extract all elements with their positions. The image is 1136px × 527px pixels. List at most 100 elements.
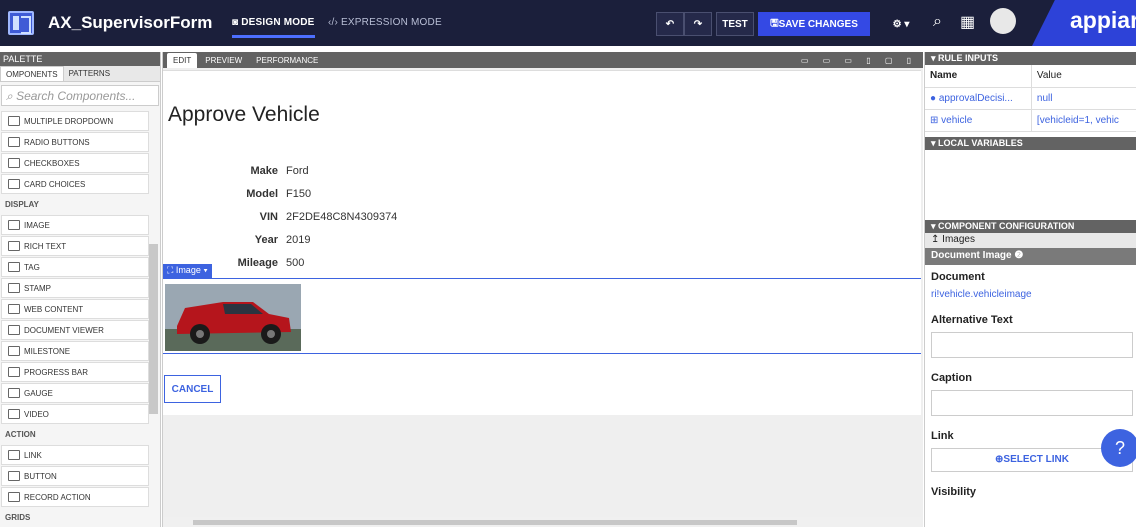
design-mode-tab[interactable]: ◙ DESIGN MODE: [232, 17, 315, 38]
search-icon[interactable]: ⌕: [933, 13, 942, 31]
field-label: Year: [254, 234, 278, 246]
local-variables-area: [925, 150, 1136, 220]
settings-menu[interactable]: ⚙ ▾: [882, 12, 920, 36]
tab-patterns[interactable]: PATTERNS: [64, 66, 115, 81]
palette-item-label: VIDEO: [24, 409, 49, 419]
palette-component-item[interactable]: BUTTON: [1, 466, 149, 486]
palette-component-item[interactable]: IMAGE: [1, 215, 149, 235]
image-component-tag[interactable]: ⛶ Image ▾: [163, 264, 212, 278]
breadcrumb[interactable]: ↥ Images: [925, 232, 1136, 248]
component-icon: [8, 220, 20, 230]
component-icon: [8, 158, 20, 168]
apps-grid-icon[interactable]: ▦: [960, 12, 975, 32]
help-icon[interactable]: ?: [1101, 429, 1136, 467]
palette-section-heading: DISPLAY: [0, 194, 150, 214]
test-button[interactable]: TEST: [716, 12, 754, 36]
component-icon: [8, 283, 20, 293]
component-icon: [8, 179, 20, 189]
field-value: 2019: [286, 234, 311, 246]
component-icon: [8, 450, 20, 460]
document-expression-link[interactable]: ri!vehicle.vehicleimage: [931, 289, 1136, 300]
table-row[interactable]: ⊞ vehicle [vehicleid=1, vehic: [925, 109, 1136, 132]
tab-performance[interactable]: PERFORMANCE: [250, 53, 324, 68]
palette-item-label: PROGRESS BAR: [24, 367, 89, 377]
horizontal-scrollbar[interactable]: [163, 517, 921, 527]
component-config-header[interactable]: ▾ COMPONENT CONFIGURATION: [925, 219, 1136, 233]
palette-item-label: CARD CHOICES: [24, 179, 86, 189]
palette-component-item[interactable]: PROGRESS BAR: [1, 362, 149, 382]
avatar[interactable]: [990, 8, 1016, 34]
form-title: Approve Vehicle: [168, 103, 320, 126]
palette-scrollbar[interactable]: [149, 244, 158, 414]
undo-button[interactable]: ↶: [656, 12, 684, 36]
palette-item-label: ACTION: [5, 430, 36, 439]
palette-component-item[interactable]: RICH TEXT: [1, 236, 149, 256]
palette-item-label: MULTIPLE DROPDOWN: [24, 116, 114, 126]
palette-component-item[interactable]: WEB CONTENT: [1, 299, 149, 319]
component-icon: [8, 137, 20, 147]
palette-component-item[interactable]: CHECKBOXES: [1, 153, 149, 173]
vehicle-image[interactable]: [165, 284, 301, 351]
palette-component-item[interactable]: TAG: [1, 257, 149, 277]
palette-component-item[interactable]: GAUGE: [1, 383, 149, 403]
alt-text-label: Alternative Text: [931, 313, 1013, 326]
tab-components[interactable]: OMPONENTS: [0, 66, 64, 81]
palette-component-item[interactable]: MILESTONE: [1, 341, 149, 361]
device-size-icons[interactable]: ▭ ▭ ▭ ▯ ▢ ▯: [801, 56, 917, 65]
palette-item-label: STAMP: [24, 283, 51, 293]
palette-title: PALETTE: [0, 52, 160, 66]
palette-section-heading: GRIDS: [0, 507, 150, 527]
rule-inputs-header[interactable]: ▾ RULE INPUTS: [925, 52, 1136, 65]
component-icon: [8, 304, 20, 314]
field-label: Mileage: [237, 257, 278, 269]
component-icon: [8, 471, 20, 481]
tab-preview[interactable]: PREVIEW: [199, 53, 248, 68]
palette-component-item[interactable]: LINK: [1, 445, 149, 465]
palette-item-label: GRIDS: [5, 513, 31, 522]
palette-item-label: WEB CONTENT: [24, 304, 84, 314]
palette-component-item[interactable]: CARD CHOICES: [1, 174, 149, 194]
editor-toolbar: EDIT PREVIEW PERFORMANCE ▭ ▭ ▭ ▯ ▢ ▯: [163, 52, 923, 68]
save-changes-button[interactable]: 🖫 SAVE CHANGES: [758, 12, 870, 36]
palette-item-label: MILESTONE: [24, 346, 71, 356]
palette-item-label: RADIO BUTTONS: [24, 137, 90, 147]
field-value: 2F2DE48C8N4309374: [286, 211, 398, 223]
component-icon: [8, 388, 20, 398]
field-label: Make: [250, 165, 278, 177]
palette-component-item[interactable]: MULTIPLE DROPDOWN: [1, 111, 149, 131]
palette-component-item[interactable]: DOCUMENT VIEWER: [1, 320, 149, 340]
palette-component-item[interactable]: VIDEO: [1, 404, 149, 424]
local-variables-header[interactable]: ▾ LOCAL VARIABLES: [925, 136, 1136, 150]
caption-input[interactable]: [931, 389, 1133, 416]
cancel-button[interactable]: CANCEL: [164, 375, 221, 403]
component-icon: [8, 346, 20, 356]
field-value: Ford: [286, 165, 309, 177]
field-label: Model: [246, 188, 278, 200]
palette-item-label: IMAGE: [24, 220, 50, 230]
app-title: AX_SupervisorForm: [48, 13, 213, 32]
name-column-header: Name: [925, 65, 1032, 88]
expression-mode-tab[interactable]: ‹/› EXPRESSION MODE: [328, 17, 442, 28]
palette-component-item[interactable]: RECORD ACTION: [1, 487, 149, 507]
palette-component-item[interactable]: RADIO BUTTONS: [1, 132, 149, 152]
alt-text-input[interactable]: [931, 331, 1133, 358]
table-row[interactable]: ● approvalDecisi... null: [925, 87, 1136, 110]
redo-button[interactable]: ↷: [684, 12, 712, 36]
field-value: F150: [286, 188, 312, 200]
editor-panel: EDIT PREVIEW PERFORMANCE ▭ ▭ ▭ ▯ ▢ ▯ App…: [162, 52, 923, 527]
value-column-header: Value: [1030, 65, 1136, 88]
palette-component-item[interactable]: STAMP: [1, 278, 149, 298]
component-icon: [8, 492, 20, 502]
tab-edit[interactable]: EDIT: [167, 52, 198, 68]
palette-item-label: LINK: [24, 450, 42, 460]
palette-item-label: BUTTON: [24, 471, 57, 481]
palette-item-label: RECORD ACTION: [24, 492, 91, 502]
field-value: 500: [286, 257, 305, 269]
palette-item-label: CHECKBOXES: [24, 158, 80, 168]
rule-inputs-table: Name Value ● approvalDecisi... null ⊞ vehi…: [925, 65, 1136, 132]
interface-icon: [8, 11, 34, 35]
search-components-input[interactable]: ⌕ Search Components...: [1, 85, 159, 106]
palette-panel: PALETTE OMPONENTS PATTERNS ⌕ Search Comp…: [0, 52, 161, 527]
brand-logo: appiar: [1032, 0, 1136, 46]
component-icon: [8, 325, 20, 335]
